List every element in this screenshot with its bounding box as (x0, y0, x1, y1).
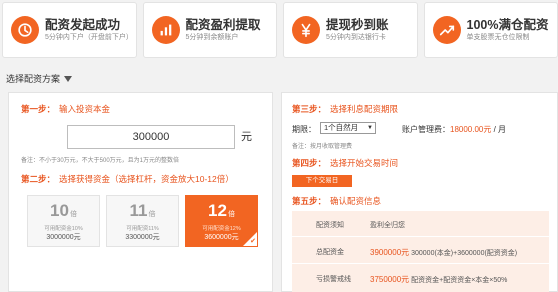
leverage-number: 12倍 (208, 201, 235, 220)
step3-heading: 第三步： 选择利息配资期限 (292, 103, 398, 115)
feature-subtitle: 5分钟到余额账户 (185, 34, 239, 41)
feature-cards: 配资发起成功 5分钟内下户（开盘前下户） 配资盈利提取 5分钟到余额账户 提现秒… (2, 2, 558, 58)
left-panel: 第一步： 输入投资本金 300000 元 备注：不小于30万元，不大于500万元，… (8, 92, 273, 292)
feature-card-withdraw: 提现秒到账 5分钟内到达银行卡 (283, 2, 418, 58)
confirm-table: 配资须知 盈利全归您 总配资金 3900000元 300000(本金)+3600… (292, 211, 549, 292)
step5-text: 确认配资信息 (330, 196, 382, 206)
leverage-line1: 可用配资11% (126, 226, 159, 232)
period-note: 备注：按月收取管理费 (292, 144, 353, 150)
period-value: 1个自然月 (324, 123, 359, 132)
row-value: 3750000元 配资资金+配资资金×本金×50% (370, 275, 508, 284)
feature-subtitle: 单支股票无仓位限制 (466, 34, 530, 41)
leverage-line2: 3000000元 (46, 234, 81, 241)
leverage-line1: 可用配资金12% (202, 226, 241, 232)
step3-label: 第三步： (292, 104, 327, 114)
leverage-option-12[interactable]: 12倍 可用配资金12% 3600000元 ✔ (185, 195, 258, 247)
table-row: 亏损警戒线 3750000元 配资资金+配资资金×本金×50% (292, 265, 549, 291)
feature-subtitle: 5分钟内下户（开盘前下户） (45, 34, 133, 41)
fee-unit: / 月 (491, 125, 507, 134)
step4-heading: 第四步： 选择开始交易时间 (292, 157, 398, 169)
fee-label: 账户管理费： (402, 125, 450, 134)
chevron-down-icon: ▼ (367, 125, 373, 131)
row-key: 亏损警戒线 (316, 276, 351, 283)
step1-heading: 第一步： 输入投资本金 (21, 103, 110, 115)
leverage-number: 10倍 (50, 201, 77, 220)
leverage-line2: 3300000元 (125, 234, 160, 241)
next-trading-day-button[interactable]: 下个交易日 (292, 175, 352, 187)
leverage-line1: 可用配资金10% (44, 226, 83, 232)
step2-heading: 第二步： 选择获得资金（选择杠杆，资金放大10-12倍） (21, 173, 234, 185)
leverage-line2: 3600000元 (204, 234, 239, 241)
step5-label: 第五步： (292, 196, 327, 206)
row-key: 配资须知 (316, 222, 344, 229)
feature-title: 配资盈利提取 (185, 18, 261, 32)
leverage-option-11[interactable]: 11倍 可用配资11% 3300000元 (106, 195, 179, 247)
period-select[interactable]: 1个自然月 ▼ (320, 122, 376, 134)
period-label: 期限： (292, 125, 316, 134)
trend-up-icon (432, 16, 461, 44)
step1-text: 输入投资本金 (59, 104, 111, 114)
principal-input[interactable]: 300000 (67, 125, 235, 149)
feature-card-fullpos: 100%满仓配资 单支股票无仓位限制 (423, 2, 558, 58)
step4-label: 第四步： (292, 158, 327, 168)
principal-unit: 元 (241, 131, 252, 143)
leverage-option-10[interactable]: 10倍 可用配资金10% 3000000元 (27, 195, 100, 247)
page-root: 配资发起成功 5分钟内下户（开盘前下户） 配资盈利提取 5分钟到余额账户 提现秒… (0, 0, 558, 292)
step2-label: 第二步： (21, 174, 56, 184)
yen-coin-icon (292, 16, 320, 44)
table-row: 配资须知 盈利全归您 (292, 211, 549, 237)
feature-card-profit: 配资盈利提取 5分钟到余额账户 (142, 2, 277, 58)
step3-text: 选择利息配资期限 (330, 104, 399, 114)
principal-note: 备注：不小于30万元，不大于500万元，且为1万元的整数倍 (21, 158, 180, 164)
section-title: 选择配资方案 (6, 74, 61, 84)
step1-label: 第一步： (21, 104, 56, 114)
clock-icon (11, 16, 39, 44)
right-panel: 第三步： 选择利息配资期限 期限： 1个自然月 ▼ 账户管理费：18000.00元… (281, 92, 558, 292)
management-fee: 账户管理费：18000.00元 / 月 (402, 124, 506, 135)
chart-bars-icon (151, 16, 180, 44)
feature-title: 配资发起成功 (45, 18, 121, 32)
step2-text: 选择获得资金（选择杠杆，资金放大10-12倍） (59, 174, 234, 184)
table-row: 总配资金 3900000元 300000(本金)+3600000(配资资金) (292, 238, 549, 264)
feature-subtitle: 5分钟内到达银行卡 (326, 34, 386, 41)
row-value: 3900000元 300000(本金)+3600000(配资资金) (370, 248, 518, 257)
feature-title: 提现秒到账 (326, 18, 389, 32)
row-key: 总配资金 (316, 249, 344, 256)
leverage-number: 11倍 (129, 201, 156, 220)
feature-title: 100%满仓配资 (466, 18, 549, 32)
step5-heading: 第五步： 确认配资信息 (292, 195, 381, 207)
feature-card-launch: 配资发起成功 5分钟内下户（开盘前下户） (2, 2, 137, 58)
fee-value: 18000.00元 (450, 125, 492, 134)
step4-text: 选择开始交易时间 (330, 158, 399, 168)
chevron-down-icon (64, 75, 73, 82)
row-value: 盈利全归您 (370, 222, 405, 229)
plan-section-toggle[interactable]: 选择配资方案 (6, 72, 73, 85)
